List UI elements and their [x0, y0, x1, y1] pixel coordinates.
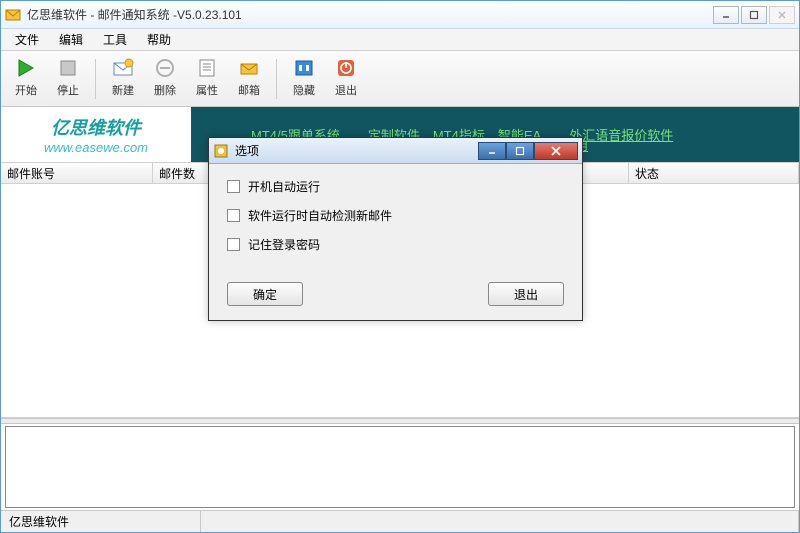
grid-col-account[interactable]: 邮件账号 — [1, 163, 153, 183]
play-icon — [14, 56, 38, 80]
toolbar-separator — [276, 59, 277, 99]
logo-text: 亿思维软件 — [51, 114, 141, 140]
checkbox-icon — [227, 209, 240, 222]
statusbar: 亿思维软件 — [1, 510, 799, 532]
checkbox-autocheck-label: 软件运行时自动检测新邮件 — [248, 207, 392, 224]
toolbar-hide-button[interactable]: 隐藏 — [285, 54, 323, 104]
checkbox-icon — [227, 180, 240, 193]
dialog-body: 开机自动运行 软件运行时自动检测新邮件 记住登录密码 确定 退出 — [209, 164, 582, 320]
toolbar-start-label: 开始 — [15, 82, 37, 98]
toolbar-mailbox-button[interactable]: 邮箱 — [230, 54, 268, 104]
grid-col-status[interactable]: 状态 — [629, 163, 799, 183]
new-mail-icon — [111, 56, 135, 80]
toolbar-delete-label: 删除 — [154, 82, 176, 98]
checkbox-autocheck[interactable]: 软件运行时自动检测新邮件 — [227, 207, 564, 224]
menu-tools[interactable]: 工具 — [93, 29, 137, 50]
checkbox-icon — [227, 238, 240, 251]
maximize-button[interactable] — [741, 6, 767, 24]
titlebar: 亿思维软件 - 邮件通知系统 -V5.0.23.101 — [1, 1, 799, 29]
checkbox-remember[interactable]: 记住登录密码 — [227, 236, 564, 253]
stop-icon — [56, 56, 80, 80]
dialog-cancel-button[interactable]: 退出 — [488, 282, 564, 306]
menu-edit[interactable]: 编辑 — [49, 29, 93, 50]
toolbar-properties-label: 属性 — [196, 82, 218, 98]
toolbar-start-button[interactable]: 开始 — [7, 54, 45, 104]
dialog-window-controls — [478, 142, 578, 160]
app-icon — [5, 7, 21, 23]
status-left: 亿思维软件 — [1, 511, 201, 532]
toolbar-new-button[interactable]: 新建 — [104, 54, 142, 104]
options-dialog: 选项 开机自动运行 软件运行时自动检测新邮件 记住登录密码 确定 退出 — [208, 137, 583, 321]
delete-icon — [153, 56, 177, 80]
toolbar-mailbox-label: 邮箱 — [238, 82, 260, 98]
menu-help[interactable]: 帮助 — [137, 29, 181, 50]
splitter[interactable] — [1, 418, 799, 424]
banner-logo: 亿思维软件 www.easewe.com — [1, 107, 191, 162]
power-icon — [334, 56, 358, 80]
toolbar: 开始 停止 新建 删除 属性 邮箱 隐藏 退出 — [1, 51, 799, 107]
window-title: 亿思维软件 - 邮件通知系统 -V5.0.23.101 — [27, 6, 713, 23]
close-button[interactable] — [769, 6, 795, 24]
dialog-close-button[interactable] — [534, 142, 578, 160]
toolbar-stop-button[interactable]: 停止 — [49, 54, 87, 104]
checkbox-autostart[interactable]: 开机自动运行 — [227, 178, 564, 195]
toolbar-stop-label: 停止 — [57, 82, 79, 98]
status-right — [201, 511, 799, 532]
menu-file[interactable]: 文件 — [5, 29, 49, 50]
toolbar-exit-label: 退出 — [335, 82, 357, 98]
hide-icon — [292, 56, 316, 80]
checkbox-autostart-label: 开机自动运行 — [248, 178, 320, 195]
mailbox-icon — [237, 56, 261, 80]
grid-col-count[interactable]: 邮件数 — [153, 163, 213, 183]
dialog-minimize-button[interactable] — [478, 142, 506, 160]
toolbar-exit-button[interactable]: 退出 — [327, 54, 365, 104]
toolbar-properties-button[interactable]: 属性 — [188, 54, 226, 104]
toolbar-separator — [95, 59, 96, 99]
menubar: 文件 编辑 工具 帮助 — [1, 29, 799, 51]
checkbox-remember-label: 记住登录密码 — [248, 236, 320, 253]
dialog-titlebar[interactable]: 选项 — [209, 138, 582, 164]
dialog-button-row: 确定 退出 — [227, 282, 564, 306]
minimize-button[interactable] — [713, 6, 739, 24]
toolbar-delete-button[interactable]: 删除 — [146, 54, 184, 104]
dialog-ok-button[interactable]: 确定 — [227, 282, 303, 306]
dialog-title: 选项 — [235, 142, 472, 159]
dialog-icon — [213, 143, 229, 159]
bottom-pane[interactable] — [5, 426, 795, 508]
dialog-maximize-button[interactable] — [506, 142, 534, 160]
logo-url: www.easewe.com — [44, 140, 148, 155]
window-controls — [713, 6, 795, 24]
toolbar-new-label: 新建 — [112, 82, 134, 98]
properties-icon — [195, 56, 219, 80]
toolbar-hide-label: 隐藏 — [293, 82, 315, 98]
